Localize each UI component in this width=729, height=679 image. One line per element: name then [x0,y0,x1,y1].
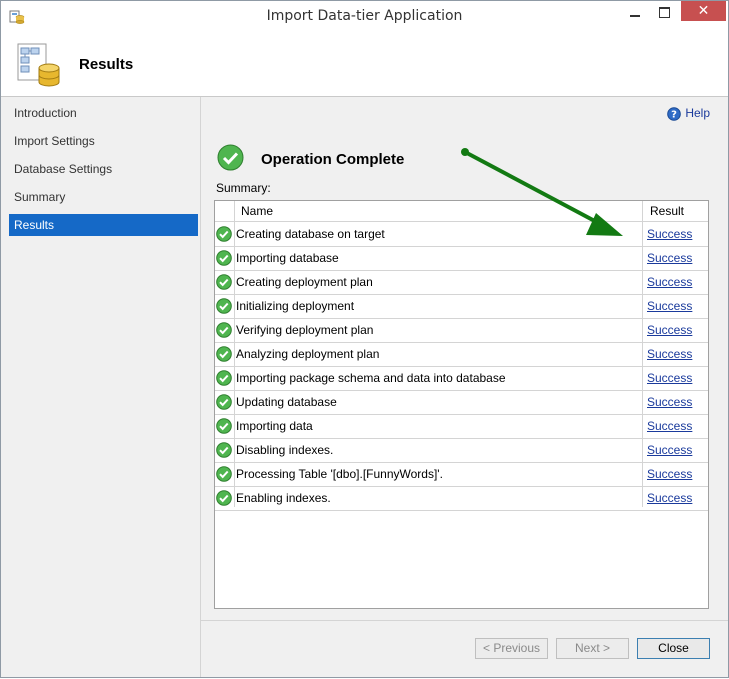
operation-complete-icon [217,144,244,171]
row-name: Importing data [236,419,313,433]
row-name: Creating database on target [236,227,385,241]
row-name: Importing package schema and data into d… [236,371,506,385]
previous-button[interactable]: < Previous [475,638,548,659]
title-bar: Import Data-tier Application ✕ [1,1,728,32]
close-button[interactable]: Close [637,638,710,659]
row-name: Initializing deployment [236,299,355,313]
table-row: Initializing deployment Success [215,294,708,319]
column-header-name[interactable]: Name [241,204,273,218]
check-circle-icon [216,274,232,290]
check-circle-icon [216,442,232,458]
check-circle-icon [216,226,232,242]
window-close-button[interactable]: ✕ [681,1,726,21]
import-data-tier-dialog: Import Data-tier Application ✕ Results I… [0,0,729,678]
check-circle-icon [216,418,232,434]
table-row: Disabling indexes. Success [215,438,708,463]
maximize-button[interactable] [651,3,679,23]
check-circle-icon [216,346,232,362]
column-header-result[interactable]: Result [650,204,684,218]
table-row: Processing Table '[dbo].[FunnyWords]'. Su… [215,462,708,487]
row-result-link[interactable]: Success [647,395,692,409]
minimize-button[interactable] [621,3,649,23]
row-result-link[interactable]: Success [647,299,692,313]
help-icon: ? [667,107,682,121]
row-name: Verifying deployment plan [236,323,374,337]
row-name: Analyzing deployment plan [236,347,380,361]
nav-item-database-settings[interactable]: Database Settings [9,158,198,180]
row-name: Updating database [236,395,337,409]
row-result-link[interactable]: Success [647,347,692,361]
row-result-link[interactable]: Success [647,251,692,265]
table-row: Updating database Success [215,390,708,415]
page-header: Results [1,32,728,97]
check-circle-icon [216,322,232,338]
row-result-link[interactable]: Success [647,419,692,433]
table-row: Importing data Success [215,414,708,439]
table-row: Analyzing deployment plan Success [215,342,708,367]
nav-item-import-settings[interactable]: Import Settings [9,130,198,152]
check-circle-icon [216,490,232,506]
help-link[interactable]: ? Help [667,106,710,121]
wizard-nav: Introduction Import Settings Database Se… [1,97,201,677]
results-table: Name Result Creating database on target S… [214,200,709,609]
database-package-icon [17,43,60,87]
row-name: Creating deployment plan [236,275,373,289]
row-result-link[interactable]: Success [647,491,692,505]
table-row: Importing package schema and data into d… [215,366,708,391]
help-label[interactable]: Help [685,106,710,120]
row-name: Disabling indexes. [236,443,334,457]
row-name: Processing Table '[dbo].[FunnyWords]'. [236,467,443,481]
svg-text:?: ? [671,109,677,120]
check-circle-icon [216,370,232,386]
page-title: Results [79,56,134,73]
row-result-link[interactable]: Success [647,323,692,337]
nav-item-introduction[interactable]: Introduction [9,102,198,124]
check-circle-icon [216,394,232,410]
row-result-link[interactable]: Success [647,227,692,241]
row-name: Enabling indexes. [236,491,331,505]
check-circle-icon [216,298,232,314]
table-row: Importing database Success [215,246,708,271]
footer-divider [201,620,728,621]
table-row: Verifying deployment plan Success [215,318,708,343]
check-circle-icon [216,466,232,482]
table-row: Creating database on target Success [215,222,708,247]
row-result-link[interactable]: Success [647,275,692,289]
table-header: Name Result [215,201,708,222]
results-panel: ? Help Operation Complete Summary: Name … [201,97,728,677]
row-result-link[interactable]: Success [647,467,692,481]
nav-item-results[interactable]: Results [9,214,198,236]
table-row: Enabling indexes. Success [215,486,708,511]
summary-label: Summary: [216,181,271,195]
window-title: Import Data-tier Application [266,8,463,24]
row-result-link[interactable]: Success [647,443,692,457]
row-name: Importing database [236,251,339,265]
operation-status: Operation Complete [261,151,405,168]
nav-item-summary[interactable]: Summary [9,186,198,208]
next-button[interactable]: Next > [556,638,629,659]
row-result-link[interactable]: Success [647,371,692,385]
table-row: Creating deployment plan Success [215,270,708,295]
check-circle-icon [216,250,232,266]
